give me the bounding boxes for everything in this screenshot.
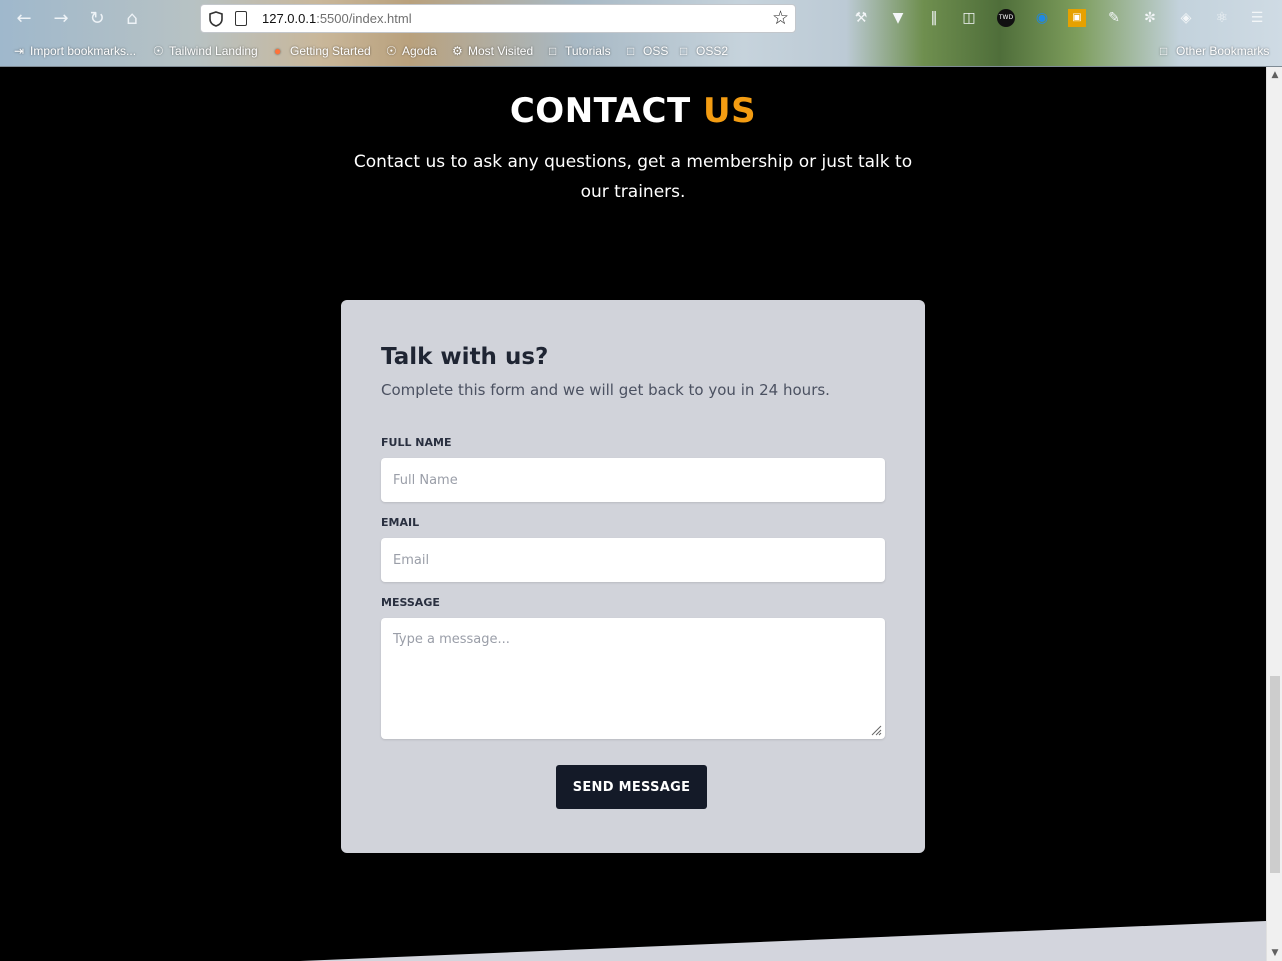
shield-icon[interactable]	[209, 11, 223, 27]
extension-python-icon[interactable]: ◈	[1177, 9, 1195, 27]
pocket-icon[interactable]: ▼	[889, 9, 907, 27]
bookmark-star-icon[interactable]: ☆	[772, 7, 789, 29]
form-heading: Talk with us?	[381, 344, 549, 370]
email-input[interactable]	[381, 538, 885, 582]
globe-icon: ☉	[386, 44, 397, 58]
folder-icon: □	[627, 44, 635, 58]
scrollbar-thumb[interactable]	[1270, 676, 1280, 873]
bookmark-getting-started[interactable]: ● Getting Started	[274, 44, 371, 58]
extension-paw-icon[interactable]: ✼	[1141, 9, 1159, 27]
contact-title-main: CONTACT	[509, 91, 691, 131]
browser-toolbar: ← → ↻ ⌂ 127.0.0.1:5500/index.html ☆ ⚒ ▼ …	[0, 0, 1282, 37]
resize-grip-icon[interactable]	[870, 724, 882, 736]
contact-title-accent: US	[703, 91, 757, 131]
globe-icon: ☉	[153, 44, 164, 58]
contact-title: CONTACT US	[0, 91, 1266, 131]
home-icon[interactable]: ⌂	[121, 8, 143, 30]
bookmark-agoda[interactable]: ☉ Agoda	[386, 44, 437, 58]
scroll-down-icon[interactable]: ▼	[1267, 945, 1282, 961]
bookmark-label: Import bookmarks...	[30, 44, 137, 58]
full-name-label: FULL NAME	[381, 436, 452, 449]
url-path: :5500/index.html	[316, 11, 412, 26]
message-textarea[interactable]	[381, 618, 885, 739]
bookmark-label: OSS2	[696, 44, 729, 58]
tools-icon[interactable]: ⚒	[852, 9, 870, 27]
page-icon	[235, 11, 247, 26]
import-icon: ⇥	[14, 44, 25, 58]
reload-icon[interactable]: ↻	[86, 8, 108, 30]
url-text[interactable]: 127.0.0.1:5500/index.html	[262, 11, 412, 26]
scroll-up-icon[interactable]: ▲	[1267, 67, 1282, 83]
back-icon[interactable]: ←	[13, 8, 35, 30]
extension-twd-icon[interactable]: TWD	[997, 9, 1015, 27]
browser-chrome: ← → ↻ ⌂ 127.0.0.1:5500/index.html ☆ ⚒ ▼ …	[0, 0, 1282, 67]
bookmark-label: Getting Started	[290, 44, 371, 58]
firefox-icon: ●	[274, 44, 282, 58]
gear-icon: ⚙	[452, 44, 463, 58]
bookmark-oss[interactable]: □ OSS	[627, 44, 668, 58]
bookmark-other[interactable]: □ Other Bookmarks	[1160, 44, 1269, 58]
extension-react-icon[interactable]: ⚛	[1213, 9, 1231, 27]
send-message-button[interactable]: SEND MESSAGE	[556, 765, 707, 809]
extension-orange-icon[interactable]: ▣	[1068, 9, 1086, 27]
folder-icon: □	[549, 44, 557, 58]
bookmark-tutorials[interactable]: □ Tutorials	[549, 44, 611, 58]
forward-icon[interactable]: →	[50, 8, 72, 30]
extension-notes-icon[interactable]: ✎	[1105, 9, 1123, 27]
bookmark-label: OSS	[643, 44, 669, 58]
menu-icon[interactable]: ☰	[1248, 9, 1266, 27]
url-host: 127.0.0.1	[262, 11, 317, 26]
bookmark-tailwind-landing[interactable]: ☉ Tailwind Landing	[153, 44, 258, 58]
extension-globe-icon[interactable]: ◉	[1033, 9, 1051, 27]
page-scrollbar[interactable]: ▲ ▼	[1266, 67, 1282, 961]
contact-subtitle: Contact us to ask any questions, get a m…	[353, 152, 913, 202]
bookmark-label: Tailwind Landing	[169, 44, 258, 58]
full-name-input[interactable]	[381, 458, 885, 502]
library-icon[interactable]: ‖	[925, 9, 943, 27]
folder-icon: □	[1160, 44, 1168, 58]
contact-form-card: Talk with us? Complete this form and we …	[341, 300, 925, 853]
bookmark-label: Agoda	[402, 44, 437, 58]
form-lead: Complete this form and we will get back …	[381, 381, 830, 399]
bookmark-import[interactable]: ⇥ Import bookmarks...	[14, 44, 136, 58]
bookmark-most-visited[interactable]: ⚙ Most Visited	[452, 44, 533, 58]
bookmark-label: Other Bookmarks	[1176, 44, 1270, 58]
bookmark-label: Tutorials	[565, 44, 611, 58]
address-bar[interactable]: 127.0.0.1:5500/index.html ☆	[200, 4, 796, 33]
sidebar-icon[interactable]: ◫	[960, 9, 978, 27]
bookmark-oss2[interactable]: □ OSS2	[680, 44, 728, 58]
bookmarks-bar: ⇥ Import bookmarks... ☉ Tailwind Landing ●…	[0, 40, 1282, 64]
bookmark-label: Most Visited	[468, 44, 534, 58]
message-label: MESSAGE	[381, 596, 440, 609]
folder-icon: □	[680, 44, 688, 58]
email-label: EMAIL	[381, 516, 420, 529]
page-viewport: CONTACT US Contact us to ask any questio…	[0, 67, 1266, 961]
